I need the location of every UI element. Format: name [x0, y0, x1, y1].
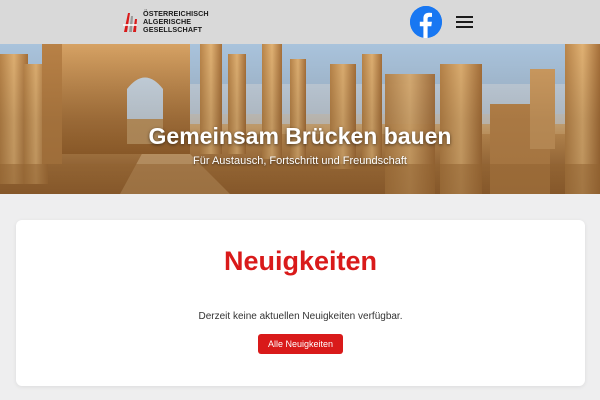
menu-bar-top	[456, 16, 473, 18]
facebook-icon	[410, 6, 442, 38]
hero-subtitle: Für Austausch, Fortschritt und Freundsch…	[193, 155, 407, 167]
all-news-button[interactable]: Alle Neuigkeiten	[258, 334, 343, 354]
hero-banner: Gemeinsam Brücken bauen Für Austausch, F…	[0, 44, 600, 194]
logo-line-3: GESELLSCHAFT	[143, 25, 203, 35]
facebook-link[interactable]	[410, 6, 442, 38]
news-card: Neuigkeiten Derzeit keine aktuellen Neui…	[16, 220, 585, 386]
menu-bar-middle	[456, 21, 473, 23]
news-heading: Neuigkeiten	[223, 246, 378, 276]
logo-emblem-icon	[123, 13, 137, 32]
hamburger-menu-icon[interactable]	[456, 13, 474, 31]
news-empty-message: Derzeit keine aktuellen Neuigkeiten verf…	[198, 311, 403, 322]
hero-overlay	[0, 44, 600, 194]
hero-title: Gemeinsam Brücken bauen	[148, 123, 452, 149]
site-header: ÖSTERREICHISCH ALGERISCHE GESELLSCHAFT	[0, 0, 600, 44]
logo-wordmark: ÖSTERREICHISCH ALGERISCHE GESELLSCHAFT	[143, 9, 209, 35]
menu-bar-bottom	[456, 26, 473, 28]
site-logo[interactable]: ÖSTERREICHISCH ALGERISCHE GESELLSCHAFT	[121, 8, 221, 36]
